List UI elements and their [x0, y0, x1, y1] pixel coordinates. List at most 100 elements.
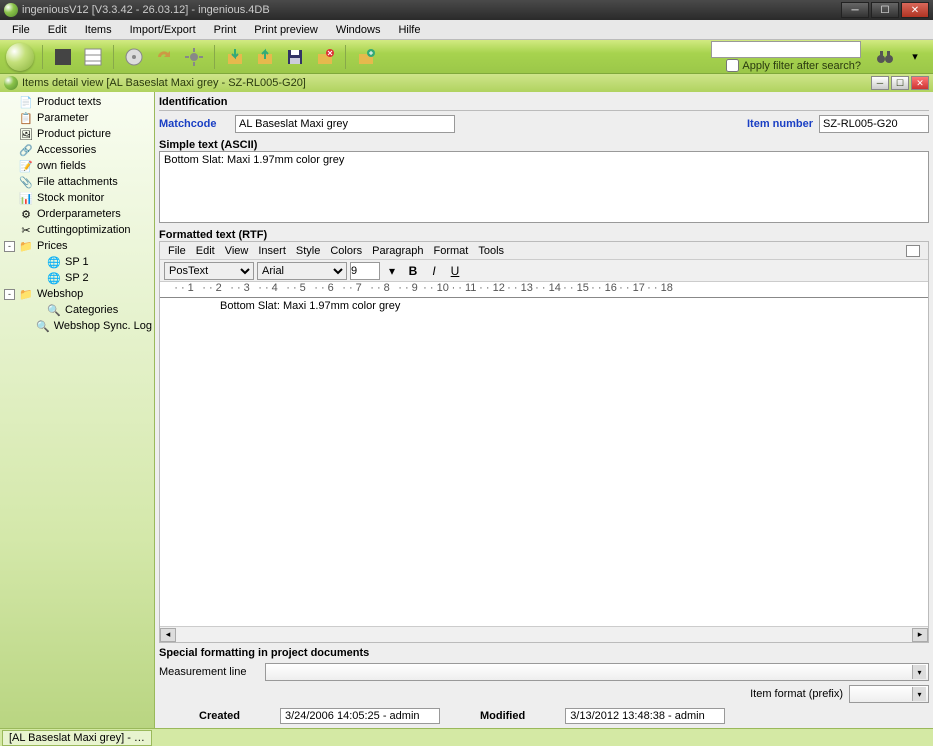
sidebar-item-webshop[interactable]: -📁Webshop — [2, 286, 152, 302]
created-label: Created — [199, 710, 240, 722]
rtf-menubar: File Edit View Insert Style Colors Parag… — [160, 242, 928, 260]
search-input[interactable] — [711, 41, 861, 58]
rtf-menu-paragraph[interactable]: Paragraph — [372, 245, 423, 257]
minimize-button[interactable]: ─ — [841, 2, 869, 18]
tree-icon: 📁 — [19, 287, 33, 301]
bold-button[interactable]: B — [404, 262, 422, 280]
italic-button[interactable]: I — [425, 262, 443, 280]
tree-icon: 🌐 — [47, 271, 61, 285]
tree-icon: 🔍 — [47, 303, 61, 317]
menu-hilfe[interactable]: Hilfe — [390, 22, 428, 38]
sync-icon[interactable] — [152, 45, 176, 69]
itemnumber-input[interactable] — [819, 115, 929, 133]
sidebar-tree: 📄Product texts📋 Parameter 🖼 Product picture… — [0, 92, 155, 728]
tree-icon: 📎 — [19, 175, 33, 189]
subwin-minimize[interactable]: ─ — [871, 76, 889, 90]
rtf-menu-format[interactable]: Format — [434, 245, 469, 257]
simpletext-input[interactable] — [159, 151, 929, 223]
subwin-maximize[interactable]: ☐ — [891, 76, 909, 90]
logo-icon — [6, 43, 34, 71]
rtf-style-select[interactable]: PosText — [164, 262, 254, 280]
underline-button[interactable]: U — [446, 262, 464, 280]
tree-icon: 🖼 — [19, 127, 33, 141]
box-delete-icon[interactable] — [313, 45, 337, 69]
maximize-button[interactable]: ☐ — [871, 2, 899, 18]
sidebar-item-webshop-sync.-log[interactable]: 🔍Webshop Sync. Log — [2, 318, 152, 334]
sidebar-item-categories[interactable]: 🔍Categories — [2, 302, 152, 318]
rtf-toolbar: PosText Arial ▾ B I U — [160, 260, 928, 282]
tree-icon: 📋 — [19, 111, 33, 125]
box-add-icon[interactable] — [354, 45, 378, 69]
sidebar-item-label: Cuttingoptimization — [37, 224, 131, 236]
menu-items[interactable]: Items — [77, 22, 120, 38]
sidebar-item-own-fields[interactable]: 📝own fields — [2, 158, 152, 174]
matchcode-input[interactable] — [235, 115, 455, 133]
sidebar-item-sp-1[interactable]: 🌐SP 1 — [2, 254, 152, 270]
created-value: 3/24/2006 14:05:25 - admin — [280, 708, 440, 724]
sidebar-item-prices[interactable]: -📁Prices — [2, 238, 152, 254]
menu-print-preview[interactable]: Print preview — [246, 22, 326, 38]
rtf-content[interactable]: Bottom Slat: Maxi 1.97mm color grey — [160, 298, 928, 626]
menu-file[interactable]: File — [4, 22, 38, 38]
close-button[interactable]: ✕ — [901, 2, 929, 18]
chevron-down-icon: ▾ — [912, 687, 926, 701]
save-icon[interactable] — [283, 45, 307, 69]
rtf-size-dropdown[interactable]: ▾ — [383, 262, 401, 280]
grid-dark-icon[interactable] — [51, 45, 75, 69]
item-format-combo[interactable]: ▾ — [849, 685, 929, 703]
rtf-menu-colors[interactable]: Colors — [330, 245, 362, 257]
itemnumber-label: Item number — [747, 118, 813, 130]
menubar: File Edit Items Import/Export Print Prin… — [0, 20, 933, 40]
sidebar-item-label: Orderparameters — [37, 208, 121, 220]
menu-edit[interactable]: Edit — [40, 22, 75, 38]
disc-icon[interactable] — [122, 45, 146, 69]
measurement-line-label: Measurement line — [159, 666, 259, 678]
gear-icon[interactable] — [182, 45, 206, 69]
binoculars-icon[interactable] — [873, 45, 897, 69]
content-panel: Identification Matchcode Item number Sim… — [155, 92, 933, 728]
menu-import-export[interactable]: Import/Export — [122, 22, 204, 38]
rtf-menu-edit[interactable]: Edit — [196, 245, 215, 257]
sidebar-item-product-picture[interactable]: 🖼 Product picture — [2, 126, 152, 142]
sidebar-item-label: File attachments — [37, 176, 118, 188]
sidebar-item-label: Product picture — [37, 128, 111, 140]
taskbar-item[interactable]: [AL Baseslat Maxi grey] - [SZ-RL005-G — [2, 730, 152, 746]
measurement-line-combo[interactable]: ▾ — [265, 663, 929, 681]
sidebar-item-label: SP 2 — [65, 272, 89, 284]
rtf-menu-style[interactable]: Style — [296, 245, 320, 257]
apply-filter-checkbox[interactable] — [726, 59, 739, 72]
menu-windows[interactable]: Windows — [328, 22, 389, 38]
rtf-hscroll[interactable]: ◂ ▸ — [160, 626, 928, 642]
sidebar-item-label: Prices — [37, 240, 68, 252]
box-out-icon[interactable] — [253, 45, 277, 69]
scroll-left-icon[interactable]: ◂ — [160, 628, 176, 642]
rtf-menu-file[interactable]: File — [168, 245, 186, 257]
sidebar-item-sp-2[interactable]: 🌐 SP 2 — [2, 270, 152, 286]
sidebar-item-cuttingoptimization[interactable]: ✂ Cuttingoptimization — [2, 222, 152, 238]
simpletext-label: Simple text (ASCII) — [159, 139, 929, 151]
rtf-menu-tools[interactable]: Tools — [478, 245, 504, 257]
subwin-close[interactable]: ✕ — [911, 76, 929, 90]
tree-icon: 🌐 — [47, 255, 61, 269]
sidebar-item-label: Parameter — [37, 112, 88, 124]
sidebar-item-stock-monitor[interactable]: 📊Stock monitor — [2, 190, 152, 206]
subwindow-titlebar: Items detail view [AL Baseslat Maxi grey… — [0, 74, 933, 92]
menu-print[interactable]: Print — [206, 22, 245, 38]
tree-icon: ✂ — [19, 223, 33, 237]
sidebar-item-parameter[interactable]: 📋 Parameter — [2, 110, 152, 126]
scroll-right-icon[interactable]: ▸ — [912, 628, 928, 642]
grid-light-icon[interactable] — [81, 45, 105, 69]
dropdown-icon[interactable]: ▾ — [903, 45, 927, 69]
rtf-right-icon[interactable] — [906, 245, 920, 257]
sidebar-item-product-texts[interactable]: 📄Product texts — [2, 94, 152, 110]
sidebar-item-label: Webshop — [37, 288, 83, 300]
rtf-menu-view[interactable]: View — [225, 245, 249, 257]
box-in-icon[interactable] — [223, 45, 247, 69]
sidebar-item-accessories[interactable]: 🔗Accessories — [2, 142, 152, 158]
rtf-font-select[interactable]: Arial — [257, 262, 347, 280]
sidebar-item-file-attachments[interactable]: 📎 File attachments — [2, 174, 152, 190]
sidebar-item-orderparameters[interactable]: ⚙Orderparameters — [2, 206, 152, 222]
rtf-size-input[interactable] — [350, 262, 380, 280]
rtf-menu-insert[interactable]: Insert — [258, 245, 286, 257]
titlebar: ingeniousV12 [V3.3.42 - 26.03.12] - inge… — [0, 0, 933, 20]
